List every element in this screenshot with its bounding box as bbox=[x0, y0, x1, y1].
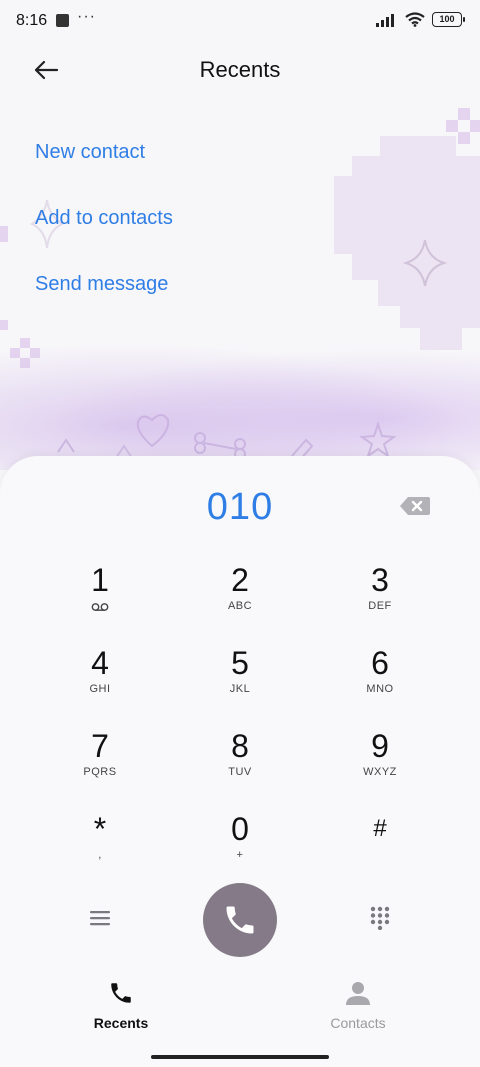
key-3[interactable]: 3 DEF bbox=[320, 562, 440, 634]
key-0[interactable]: 0 + bbox=[180, 811, 300, 883]
home-indicator[interactable] bbox=[151, 1055, 329, 1059]
key-8[interactable]: 8 TUV bbox=[180, 728, 300, 800]
key-4[interactable]: 4 GHI bbox=[40, 645, 160, 717]
key-digit: 8 bbox=[231, 728, 249, 764]
key-star[interactable]: * , bbox=[40, 811, 160, 883]
add-to-contacts-link[interactable]: Add to contacts bbox=[35, 207, 173, 230]
background-glow bbox=[0, 330, 480, 470]
menu-icon bbox=[90, 911, 110, 926]
status-icons: 100 bbox=[376, 12, 465, 27]
phone-icon bbox=[226, 906, 254, 934]
key-letters: ABC bbox=[227, 600, 253, 612]
key-5[interactable]: 5 JKL bbox=[180, 645, 300, 717]
key-9[interactable]: 9 WXYZ bbox=[320, 728, 440, 800]
key-digit: # bbox=[373, 815, 387, 842]
person-icon bbox=[346, 982, 370, 1005]
signal-icon bbox=[376, 13, 394, 27]
backspace-button[interactable] bbox=[398, 494, 432, 520]
key-6[interactable]: 6 MNO bbox=[320, 645, 440, 717]
key-letters: TUV bbox=[228, 766, 252, 778]
key-digit: 1 bbox=[91, 562, 109, 598]
key-letters: JKL bbox=[229, 683, 251, 695]
key-digit: 5 bbox=[231, 645, 249, 681]
tab-label: Recents bbox=[93, 1015, 149, 1031]
key-digit: 0 bbox=[231, 811, 249, 847]
status-bar: 8:16 ··· 100 bbox=[0, 0, 480, 42]
key-letters: PQRS bbox=[83, 766, 117, 778]
keypad-toggle-button[interactable] bbox=[362, 900, 398, 936]
tab-label: Contacts bbox=[330, 1015, 386, 1031]
key-letters: DEF bbox=[368, 600, 392, 612]
key-digit: 7 bbox=[91, 728, 109, 764]
notification-icon bbox=[56, 14, 69, 27]
key-digit: 2 bbox=[231, 562, 249, 598]
key-7[interactable]: 7 PQRS bbox=[40, 728, 160, 800]
tab-recents[interactable]: Recents bbox=[61, 980, 181, 1031]
key-digit: 6 bbox=[371, 645, 389, 681]
key-digit: * bbox=[93, 811, 107, 847]
key-digit: 9 bbox=[371, 728, 389, 764]
page-title: Recents bbox=[199, 57, 281, 82]
key-letters: + bbox=[236, 849, 244, 861]
key-2[interactable]: 2 ABC bbox=[180, 562, 300, 634]
wifi-icon bbox=[405, 12, 425, 27]
key-letters: GHI bbox=[89, 683, 111, 695]
battery-icon: 100 bbox=[432, 12, 465, 27]
key-hash[interactable]: # bbox=[320, 811, 440, 883]
new-contact-link[interactable]: New contact bbox=[35, 141, 145, 164]
key-digit: 4 bbox=[91, 645, 109, 681]
key-1[interactable]: 1 bbox=[40, 562, 160, 634]
send-message-link[interactable]: Send message bbox=[35, 273, 168, 296]
key-letters: , bbox=[98, 849, 102, 861]
bottom-tab-bar: Recents Contacts bbox=[0, 968, 480, 1067]
more-notifications-icon: ··· bbox=[77, 8, 96, 25]
phone-icon bbox=[111, 983, 131, 1003]
key-letters: WXYZ bbox=[363, 766, 397, 778]
backspace-icon bbox=[400, 497, 430, 515]
voicemail-icon bbox=[91, 603, 109, 611]
key-digit: 3 bbox=[371, 562, 389, 598]
status-time: 8:16 bbox=[16, 12, 48, 29]
menu-button[interactable] bbox=[82, 900, 118, 936]
call-button[interactable] bbox=[203, 883, 277, 957]
tab-contacts[interactable]: Contacts bbox=[298, 980, 418, 1031]
key-letters: MNO bbox=[366, 683, 394, 695]
dialpad-icon bbox=[370, 906, 390, 930]
